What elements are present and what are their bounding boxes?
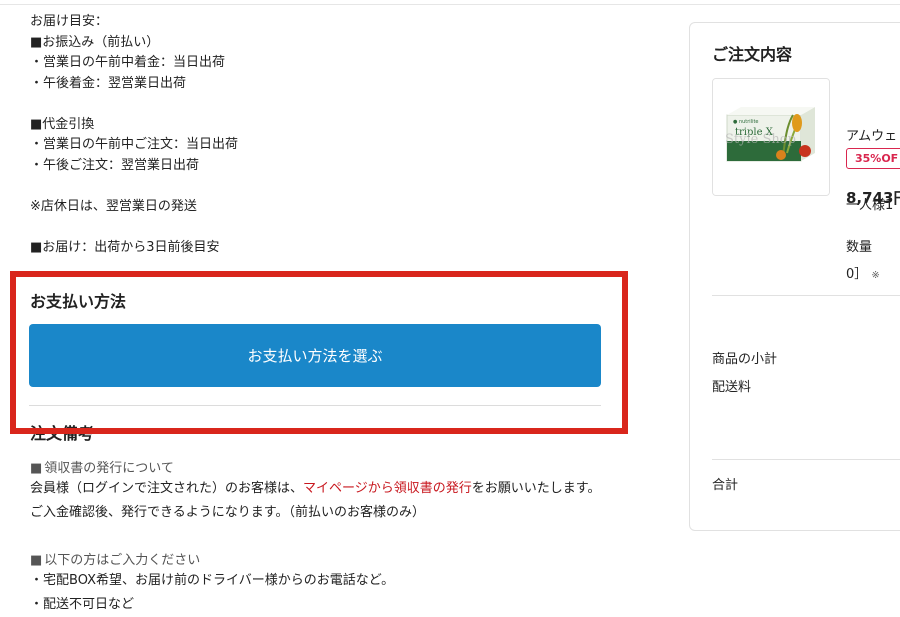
input-heading-text: 以下の方はご入力ください: [44, 553, 201, 568]
summary-divider: [712, 459, 900, 460]
square-bullet-icon: ■: [30, 461, 43, 476]
receipt-heading-text: 領収書の発行について: [44, 461, 174, 476]
shipping-label: 配送料: [712, 380, 752, 395]
svg-text:● nutrilite: ● nutrilite: [733, 119, 759, 125]
product-price: 8,743円: [846, 189, 900, 207]
receipt-text: 会員様（ログインで注文された）のお客様は、マイページから領収書の発行をお願いいた…: [30, 477, 610, 525]
discount-badge: 35%OF: [846, 148, 900, 169]
order-notes-title: 注文備考: [30, 424, 95, 443]
delivery-line: ※店休日は、翌営業日の発送: [30, 198, 197, 214]
payment-divider: [29, 405, 601, 406]
product-image: ● nutrilite triple X Style Shop: [713, 79, 829, 195]
summary-divider: [712, 295, 900, 296]
instruction-line: ・宅配BOX希望、お届け前のドライバー様からのお電話など。: [30, 573, 395, 588]
product-name-tail: 0］: [846, 267, 868, 282]
quantity-label: 数量: [846, 240, 873, 255]
delivery-line: ・午後着金：翌営業日出荷: [30, 75, 187, 91]
square-bullet-icon: ■: [30, 553, 43, 568]
product-thumbnail[interactable]: ● nutrilite triple X Style Shop: [712, 78, 830, 196]
delivery-line: ・営業日の午前中着金：当日出荷: [30, 55, 226, 70]
total-label: 合計: [712, 478, 739, 493]
receipt-heading: ■ 領収書の発行について: [30, 457, 174, 476]
delivery-info: お届け目安： ■お振込み（前払い） ・営業日の午前中着金：当日出荷 ・午後着金：…: [30, 12, 238, 258]
product-name-line: アムウェ: [846, 129, 898, 144]
receipt-text-before: 会員様（ログインで注文された）のお客様は、: [30, 481, 304, 496]
mypage-receipt-link[interactable]: マイページから領収書の発行: [303, 481, 472, 496]
delivery-line: お届け目安：: [30, 14, 109, 29]
input-heading: ■ 以下の方はご入力ください: [30, 549, 200, 568]
delivery-line: ・営業日の午前中ご注文：当日出荷: [30, 137, 239, 152]
delivery-line: ■お届け：出荷から3日前後目安: [30, 239, 220, 255]
svg-text:Style Shop: Style Shop: [725, 132, 796, 147]
checkout-main: お届け目安： ■お振込み（前払い） ・営業日の午前中着金：当日出荷 ・午後着金：…: [0, 0, 660, 612]
payment-method-title: お支払い方法: [30, 292, 127, 311]
product-name-line: 0］ ※: [846, 263, 897, 287]
instruction-line: ・配送不可日など: [30, 597, 135, 612]
delivery-line: ・午後ご注文：翌営業日出荷: [30, 157, 200, 173]
subtotal-label: 商品の小計: [712, 352, 778, 367]
delivery-line: ■お振込み（前払い）: [30, 34, 160, 50]
order-summary-panel: ご注文内容 ● nutrilite triple X Style Shop アム…: [689, 22, 900, 531]
input-instructions: ・宅配BOX希望、お届け前のドライバー様からのお電話など。 ・配送不可日など: [30, 569, 610, 617]
product-note-mark: ※: [871, 270, 880, 281]
choose-payment-button[interactable]: お支払い方法を選ぶ: [29, 324, 601, 387]
order-summary-title: ご注文内容: [712, 45, 793, 64]
delivery-line: ■代金引換: [30, 116, 95, 132]
